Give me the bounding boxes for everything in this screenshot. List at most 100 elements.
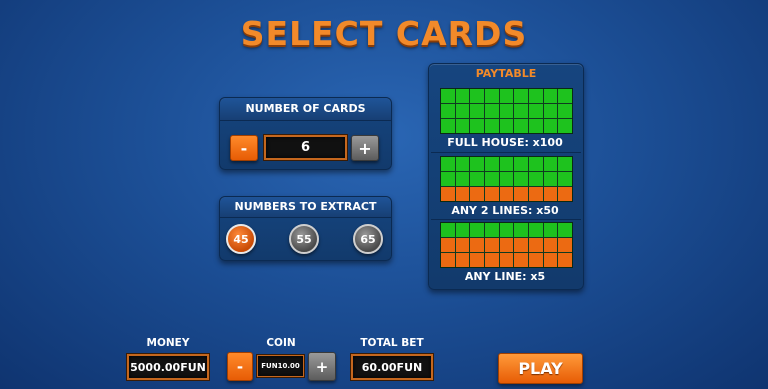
numbers-to-extract-label: NUMBERS TO EXTRACT [220,197,391,218]
paytable-cell [455,104,470,118]
paytable-cell [441,172,455,186]
paytable-label: PAYTABLE [475,67,537,80]
paytable-full-house-label: FULL HOUSE: x100 [447,136,563,149]
number-of-cards-label: NUMBER OF CARDS [220,98,391,121]
paytable-cell [470,238,484,252]
cards-count-display: 6 [264,135,347,160]
paytable-cell [441,104,455,118]
paytable-two-lines-grid [440,156,573,202]
paytable-cell [441,157,455,171]
decrease-cards-button[interactable]: - [230,135,258,161]
paytable-cell [558,172,572,186]
money-display: 5000.00FUN [127,354,209,380]
paytable-cell [485,172,499,186]
page-title: SELECT CARDS [240,14,528,53]
paytable-cell [543,104,558,118]
paytable-cell [455,89,470,103]
money-label: MONEY [146,337,190,349]
decrease-coin-button[interactable]: - [227,352,253,381]
paytable-cell [441,238,455,252]
paytable-cell [514,119,528,133]
paytable-cell [441,119,455,133]
paytable-cell [441,89,455,103]
paytable-cell [499,238,514,252]
paytable-cell [499,119,514,133]
paytable-divider-2 [431,219,581,220]
paytable-cell [455,172,470,186]
extract-option-55[interactable]: 55 [289,224,319,254]
paytable-cell [485,89,499,103]
paytable-two-lines-label: ANY 2 LINES: x50 [451,204,559,217]
paytable-cell [529,157,543,171]
paytable-cell [558,157,572,171]
play-button[interactable]: PLAY [498,353,583,384]
paytable-cell [441,223,455,237]
paytable-cell [455,157,470,171]
extract-option-65[interactable]: 65 [353,224,383,254]
paytable-cell [514,238,528,252]
paytable-cell [455,223,470,237]
increase-cards-button[interactable]: + [351,135,379,161]
paytable-cell [543,157,558,171]
paytable-cell [485,119,499,133]
paytable-cell [470,119,484,133]
paytable-cell [499,104,514,118]
paytable-cell [470,253,484,267]
paytable-cell [499,223,514,237]
paytable-cell [485,157,499,171]
paytable-divider-1 [431,152,581,153]
paytable-cell [558,104,572,118]
paytable-cell [499,89,514,103]
paytable-cell [529,172,543,186]
paytable-cell [485,223,499,237]
paytable-cell [470,187,484,201]
paytable-cell [485,238,499,252]
paytable-cell [485,187,499,201]
paytable-cell [514,187,528,201]
paytable-cell [514,172,528,186]
paytable-cell [543,223,558,237]
paytable-cell [558,253,572,267]
extract-option-45[interactable]: 45 [226,224,256,254]
paytable-cell [470,172,484,186]
paytable-cell [470,104,484,118]
paytable-cell [499,187,514,201]
paytable-cell [543,119,558,133]
paytable-full-house-grid [440,88,573,134]
paytable-cell [455,253,470,267]
paytable-cell [558,89,572,103]
paytable-cell [470,89,484,103]
paytable-cell [514,89,528,103]
paytable-cell [455,119,470,133]
total-bet-display: 60.00FUN [351,354,433,380]
paytable-cell [529,253,543,267]
paytable-cell [499,172,514,186]
paytable-cell [543,253,558,267]
paytable-cell [558,119,572,133]
paytable-cell [558,223,572,237]
paytable-cell [529,119,543,133]
paytable-cell [514,253,528,267]
paytable-cell [529,238,543,252]
total-bet-label: TOTAL BET [360,337,424,349]
paytable-cell [470,157,484,171]
paytable-cell [543,187,558,201]
coin-display: FUN10.00 [257,355,304,377]
paytable-cell [558,187,572,201]
paytable-cell [499,157,514,171]
paytable-cell [529,89,543,103]
paytable-cell [529,104,543,118]
increase-coin-button[interactable]: + [308,352,336,381]
paytable-cell [543,89,558,103]
coin-label: COIN [266,337,296,349]
paytable-cell [485,253,499,267]
paytable-cell [455,187,470,201]
paytable-cell [529,187,543,201]
paytable-cell [485,104,499,118]
paytable-cell [514,104,528,118]
paytable-cell [558,238,572,252]
paytable-cell [499,253,514,267]
paytable-cell [514,223,528,237]
number-of-cards-panel: NUMBER OF CARDS - 6 + [219,97,392,170]
numbers-to-extract-panel: NUMBERS TO EXTRACT 45 55 65 [219,196,392,261]
